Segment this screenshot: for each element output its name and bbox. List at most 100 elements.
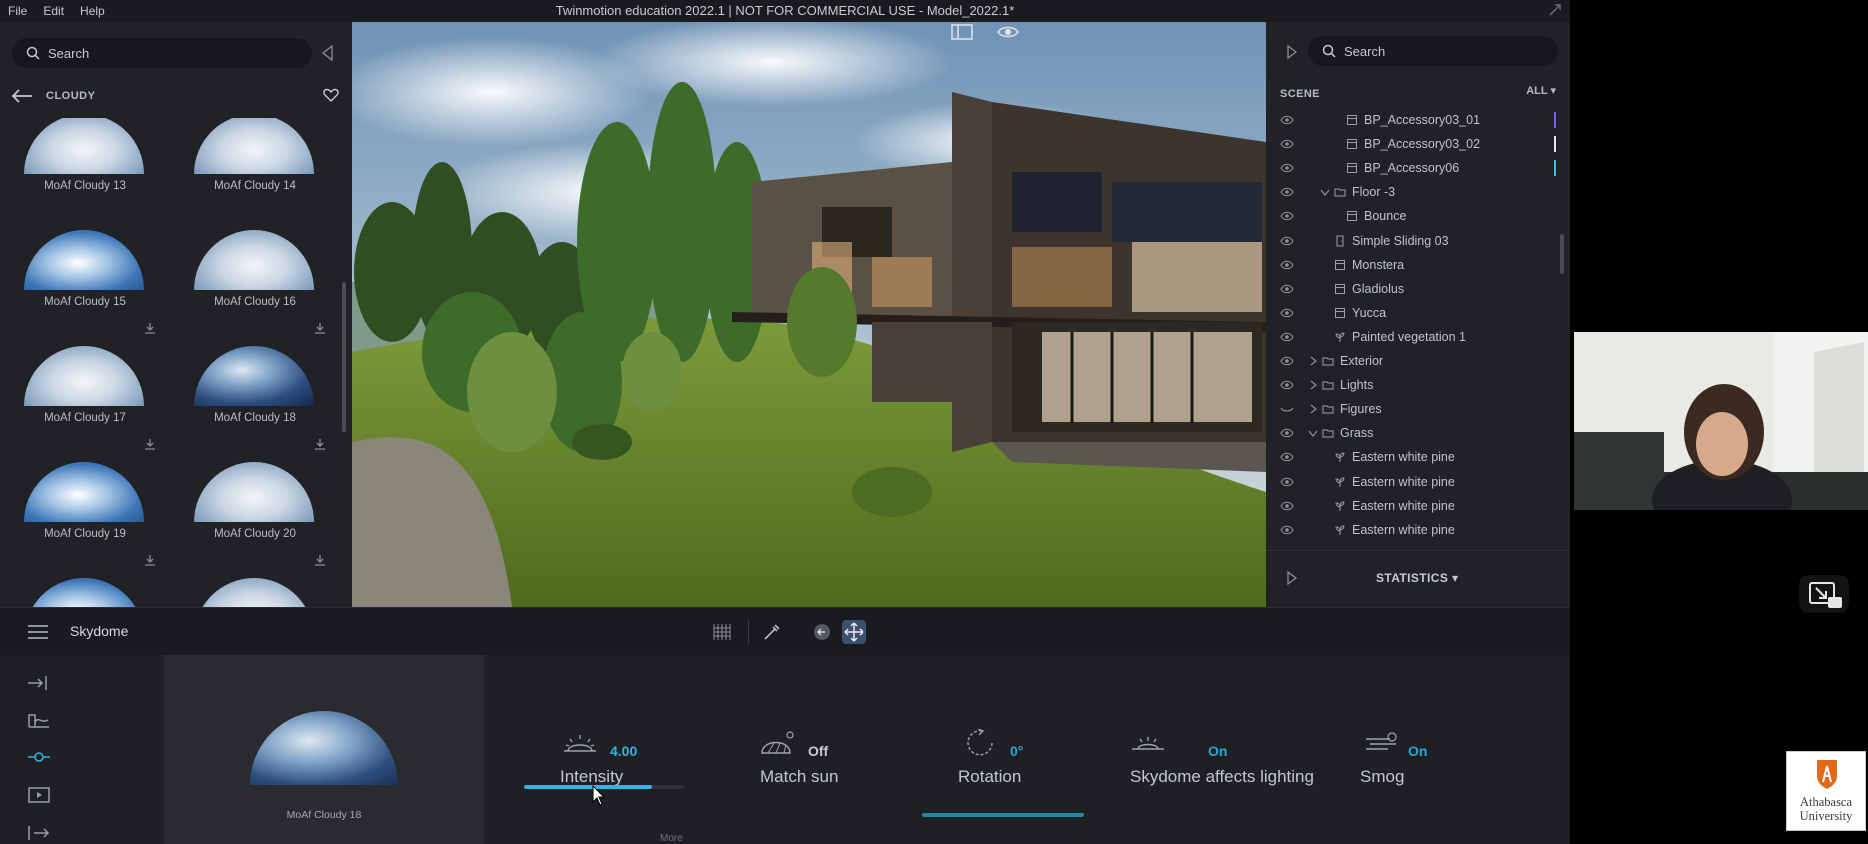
match-sun-control[interactable]: Off Match sun: [760, 729, 890, 809]
eye-icon[interactable]: [1280, 162, 1294, 174]
skydome-preview[interactable]: MoAf Cloudy 18: [164, 655, 484, 844]
scene-filter-dropdown[interactable]: ALL ▾: [1526, 84, 1556, 97]
expand-stats-icon[interactable]: [1286, 570, 1298, 586]
scene-tree-item[interactable]: Yucca: [1266, 301, 1566, 325]
library-item[interactable]: MoAf Cloudy 16: [170, 222, 340, 338]
heart-icon[interactable]: [322, 86, 340, 104]
export-icon[interactable]: [26, 823, 52, 843]
scene-search[interactable]: [1308, 36, 1558, 66]
eye-icon[interactable]: [1280, 186, 1294, 198]
library-item[interactable]: MoAf Cloudy 20: [170, 454, 340, 570]
expand-window-icon[interactable]: [1548, 3, 1562, 17]
settings-slider-icon[interactable]: [26, 747, 52, 767]
library-item[interactable]: MoAf Cloudy 19: [0, 454, 170, 570]
rotation-control[interactable]: 0° Rotation: [958, 729, 1078, 809]
library-item-label: MoAf Cloudy 16: [214, 296, 296, 308]
download-icon[interactable]: [314, 322, 326, 334]
library-search-input[interactable]: [48, 45, 268, 61]
import-icon[interactable]: [26, 673, 52, 693]
eye-icon[interactable]: [1280, 307, 1294, 319]
scene-tree-item[interactable]: Eastern white pine: [1266, 470, 1566, 494]
download-icon[interactable]: [144, 438, 156, 450]
scene-tree-item[interactable]: Figures: [1266, 397, 1566, 421]
skydome-lighting-label: Skydome affects lighting: [1130, 767, 1314, 786]
scene-tree-item[interactable]: BP_Accessory03_01: [1266, 108, 1566, 132]
library-item[interactable]: [0, 570, 170, 607]
eye-icon[interactable]: [1280, 524, 1294, 536]
expand-right-icon[interactable]: [1286, 44, 1298, 60]
rotation-slider[interactable]: [922, 813, 1084, 817]
scene-tree-item[interactable]: Simple Sliding 03: [1266, 229, 1566, 253]
scene-tree-item[interactable]: Gladiolus: [1266, 277, 1566, 301]
scene-scrollbar[interactable]: [1560, 234, 1564, 274]
library-item[interactable]: MoAf Cloudy 15: [0, 222, 170, 338]
eye-icon[interactable]: [1280, 451, 1294, 463]
statistics-row[interactable]: STATISTICS ▾: [1266, 566, 1570, 590]
chevron-right-icon[interactable]: [1308, 404, 1318, 414]
menu-edit[interactable]: Edit: [43, 4, 64, 18]
scene-tree-item[interactable]: Lights: [1266, 373, 1566, 397]
grid-texture-icon[interactable]: [710, 620, 734, 644]
scene-tree-item[interactable]: Exterior: [1266, 349, 1566, 373]
scene-search-input[interactable]: [1344, 43, 1524, 59]
media-icon[interactable]: [26, 785, 52, 805]
library-search[interactable]: [12, 38, 312, 68]
eye-icon[interactable]: [1280, 235, 1294, 247]
eye-icon[interactable]: [1280, 500, 1294, 512]
library-item[interactable]: MoAf Cloudy 13: [0, 118, 170, 222]
terrain-icon[interactable]: [26, 710, 52, 730]
eye-icon[interactable]: [1280, 355, 1294, 367]
scene-tree-item[interactable]: BP_Accessory03_02: [1266, 132, 1566, 156]
menu-file[interactable]: File: [8, 4, 27, 18]
back-arrow-icon[interactable]: [10, 87, 34, 105]
move-gizmo-icon[interactable]: [842, 620, 866, 644]
scene-tree-item[interactable]: Eastern white pine: [1266, 445, 1566, 469]
chevron-down-icon[interactable]: [1320, 187, 1330, 197]
eye-icon[interactable]: [1280, 138, 1294, 150]
skydome-lighting-control[interactable]: On Skydome affects lighting: [1130, 729, 1350, 809]
download-icon[interactable]: [144, 554, 156, 566]
scene-tree-item[interactable]: Floor -3: [1266, 180, 1566, 204]
library-item[interactable]: MoAf Cloudy 14: [170, 118, 340, 222]
chevron-down-icon[interactable]: [1308, 428, 1318, 438]
menu-help[interactable]: Help: [80, 4, 105, 18]
eye-icon[interactable]: [1280, 210, 1294, 222]
eye-icon[interactable]: [1280, 114, 1294, 126]
collapse-left-icon[interactable]: [320, 44, 334, 62]
scene-tree-item[interactable]: BP_Accessory06: [1266, 156, 1566, 180]
undo-circle-icon[interactable]: [810, 620, 834, 644]
eye-icon[interactable]: [1280, 331, 1294, 343]
library-item[interactable]: [170, 570, 340, 607]
scene-item-name: Eastern white pine: [1352, 522, 1455, 537]
scene-tree-item[interactable]: Bounce: [1266, 204, 1566, 228]
library-scrollbar[interactable]: [342, 282, 346, 432]
eye-closed-icon[interactable]: [1280, 403, 1294, 415]
eye-icon[interactable]: [1280, 476, 1294, 488]
library-item[interactable]: MoAf Cloudy 18: [170, 338, 340, 454]
intensity-control[interactable]: 4.00 Intensity: [524, 729, 694, 809]
eye-icon[interactable]: [1280, 379, 1294, 391]
library-item[interactable]: MoAf Cloudy 17: [0, 338, 170, 454]
more-link[interactable]: More: [660, 833, 683, 844]
eye-icon[interactable]: [996, 22, 1020, 42]
picture-in-picture-icon[interactable]: [1796, 572, 1852, 616]
download-icon[interactable]: [314, 438, 326, 450]
scene-tree-item[interactable]: Monstera: [1266, 253, 1566, 277]
smog-control[interactable]: On Smog: [1360, 729, 1460, 809]
eye-icon[interactable]: [1280, 283, 1294, 295]
scene-tree-item[interactable]: Eastern white pine: [1266, 494, 1566, 518]
chevron-right-icon[interactable]: [1308, 380, 1318, 390]
statistics-dropdown[interactable]: STATISTICS ▾: [1376, 571, 1458, 585]
scene-tree-item[interactable]: Painted vegetation 1: [1266, 325, 1566, 349]
eyedropper-icon[interactable]: [760, 620, 784, 644]
chevron-right-icon[interactable]: [1308, 356, 1318, 366]
download-icon[interactable]: [314, 554, 326, 566]
download-icon[interactable]: [144, 322, 156, 334]
eye-icon[interactable]: [1280, 427, 1294, 439]
hamburger-menu-icon[interactable]: [26, 623, 50, 641]
eye-icon[interactable]: [1280, 259, 1294, 271]
3d-viewport[interactable]: [352, 22, 1266, 607]
scene-tree-item[interactable]: Grass: [1266, 421, 1566, 445]
scene-tree-item[interactable]: Eastern white pine: [1266, 518, 1566, 542]
panel-layout-icon[interactable]: [950, 22, 974, 42]
